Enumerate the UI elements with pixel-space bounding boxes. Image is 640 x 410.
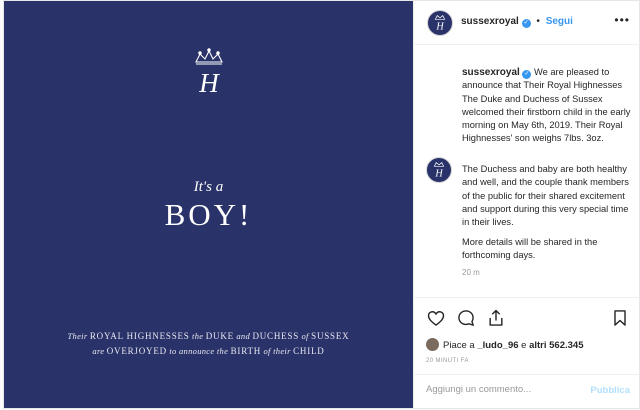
post-actions: Piace a _ludo_96 e altri 562.345 20 MINU… — [414, 297, 640, 409]
caption-segment: DUKE — [205, 331, 234, 341]
posted-time: 20 MINUTI FA — [426, 358, 469, 364]
caption-text: sussexroyal ✓ We are pleased to announce… — [462, 66, 634, 146]
comment-paragraph-2: More details will be shared in the forth… — [462, 237, 598, 261]
verified-badge-icon: ✓ — [521, 19, 531, 28]
share-icon[interactable] — [486, 308, 506, 328]
caption-segment: DUCHESS — [252, 331, 300, 341]
likes-count-link[interactable]: altri 562.345 — [529, 340, 583, 351]
monogram-letter: H — [198, 68, 220, 98]
caption-username[interactable]: sussexroyal — [462, 67, 520, 78]
comment-icon[interactable] — [456, 308, 476, 328]
comment-time: 20 m — [462, 268, 480, 277]
comments-area: sussexroyal ✓ We are pleased to announce… — [414, 45, 640, 295]
headline-big: BOY! — [164, 197, 253, 232]
follow-button[interactable]: Segui — [546, 16, 573, 27]
avatar[interactable]: H — [427, 10, 453, 36]
svg-text:H: H — [434, 168, 443, 179]
heart-icon[interactable] — [426, 308, 446, 328]
header-username[interactable]: sussexroyal — [461, 16, 519, 27]
caption-segment: to announce the — [166, 346, 231, 356]
likes-user-link[interactable]: _ludo_96 — [477, 340, 518, 351]
caption-segment: CHILD — [293, 346, 325, 356]
caption-segment: are — [92, 346, 107, 356]
header-user: sussexroyal ✓ • Segui — [461, 16, 573, 28]
post-header: H sussexroyal ✓ • Segui ••• — [414, 1, 640, 45]
avatar[interactable] — [426, 338, 439, 351]
publish-button[interactable]: Pubblica — [590, 385, 630, 396]
add-comment-bar: Pubblica — [414, 374, 640, 410]
comment-input[interactable] — [424, 383, 578, 396]
caption-segment: the — [189, 331, 206, 341]
avatar-monogram-icon: H — [434, 15, 446, 32]
caption-segment: of — [299, 331, 312, 341]
headline-small: It's a — [193, 179, 224, 195]
comment-avatar[interactable]: H — [426, 157, 452, 183]
caption-body: We are pleased to announce that Their Ro… — [462, 67, 631, 144]
caption-segment: OVERJOYED — [106, 346, 167, 356]
crown-monogram-icon: H — [195, 48, 223, 98]
caption-segment: Their — [67, 331, 90, 341]
post-sidebar: H sussexroyal ✓ • Segui ••• sussexroyal … — [413, 1, 640, 409]
caption-segment: SUSSEX — [311, 331, 350, 341]
caption-segment: ROYAL HIGHNESSES — [89, 331, 190, 341]
likes-middle: e — [518, 340, 530, 351]
more-options-icon[interactable]: ••• — [614, 13, 630, 27]
verified-badge-icon: ✓ — [522, 70, 532, 79]
caption-segment: and — [233, 331, 253, 341]
image-caption-line-2: are OVERJOYED to announce the BIRTH of t… — [4, 346, 413, 356]
caption-segment: BIRTH — [230, 346, 262, 356]
likes-row: Piace a _ludo_96 e altri 562.345 — [426, 338, 583, 351]
svg-text:H: H — [435, 21, 444, 32]
likes-prefix: Piace a — [443, 340, 478, 351]
post-image[interactable]: H It's a BOY! Their ROYAL HIGHNESSES the… — [4, 1, 413, 408]
instagram-post-modal: H It's a BOY! Their ROYAL HIGHNESSES the… — [3, 0, 640, 409]
caption-segment: of their — [261, 346, 294, 356]
separator-dot: • — [536, 16, 540, 27]
bookmark-icon[interactable] — [610, 308, 630, 328]
comment-paragraph-1: The Duchess and baby are both healthy an… — [462, 164, 629, 228]
image-caption-line-1: Their ROYAL HIGHNESSES the DUKE and DUCH… — [4, 331, 413, 341]
avatar-monogram-icon: H — [433, 162, 445, 179]
